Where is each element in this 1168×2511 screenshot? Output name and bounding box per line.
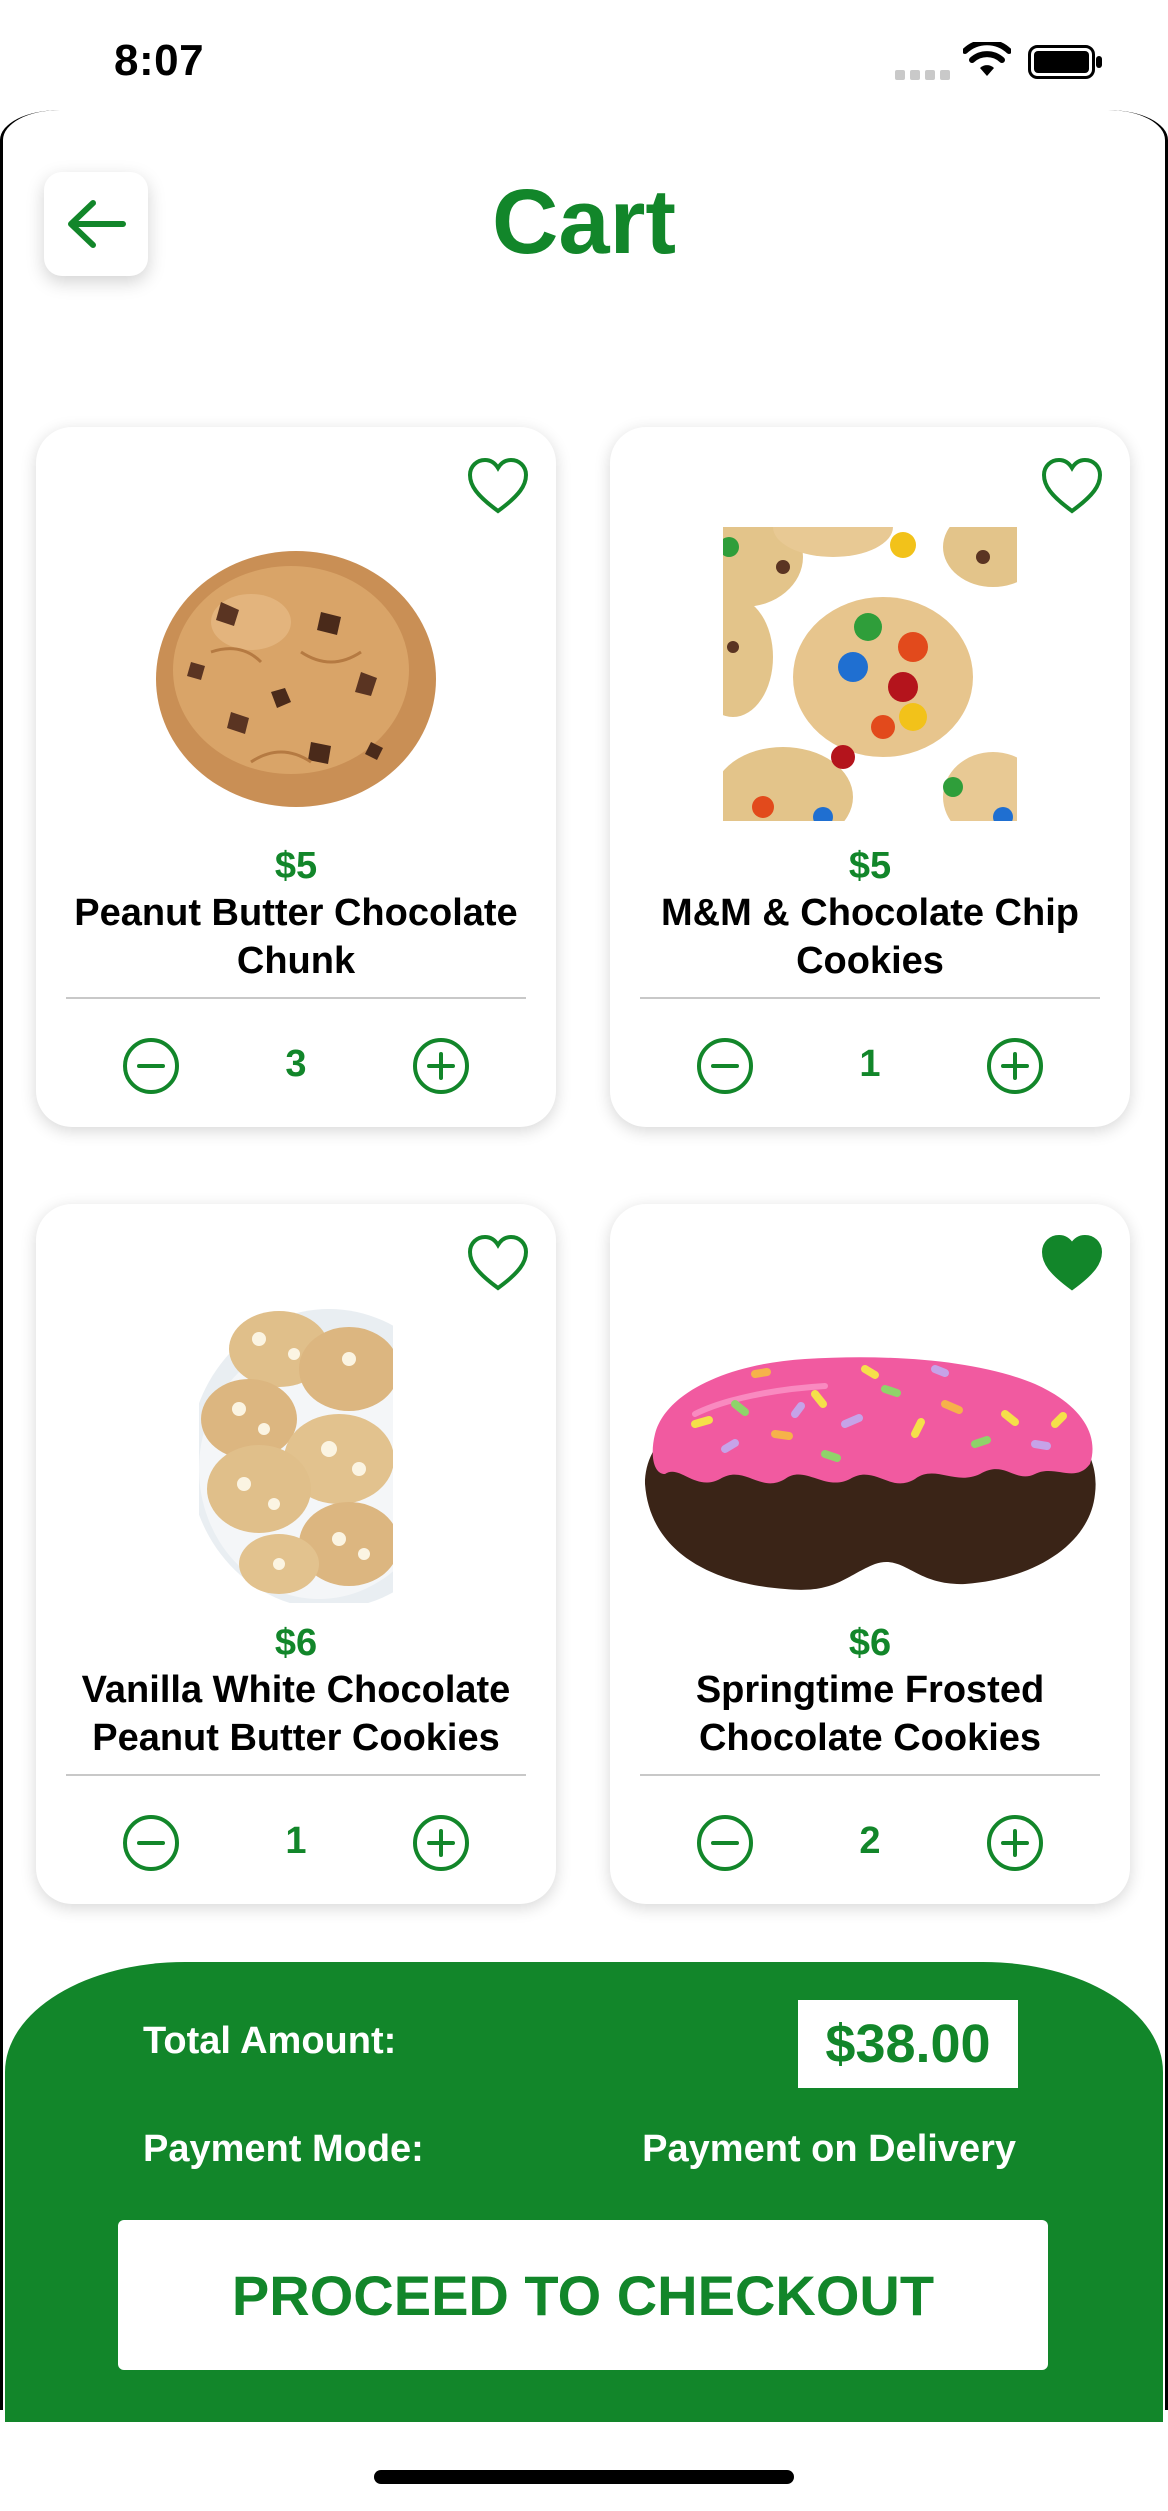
quantity-value: 2 [859, 1820, 881, 1862]
heart-outline-icon[interactable] [1040, 457, 1104, 515]
heart-filled-icon[interactable] [1040, 1234, 1104, 1292]
product-image-frosted-sprinkle-cookie [610, 1304, 1130, 1604]
product-image-mm-cookies [610, 527, 1130, 827]
quantity-value: 3 [285, 1043, 307, 1085]
status-time: 8:07 [114, 36, 205, 85]
payment-mode-value: Payment on Delivery [642, 2128, 1016, 2170]
page-title: Cart [491, 171, 677, 273]
cart-item-card: $6 Springtime Frosted Chocolate Cookies … [610, 1204, 1130, 1904]
plus-circle-icon[interactable] [412, 1037, 470, 1095]
plus-circle-icon[interactable] [986, 1037, 1044, 1095]
product-price: $6 [848, 1622, 892, 1664]
total-amount-label: Total Amount: [143, 2020, 397, 2062]
minus-circle-icon[interactable] [696, 1037, 754, 1095]
minus-circle-icon[interactable] [122, 1037, 180, 1095]
quantity-value: 1 [859, 1043, 881, 1085]
product-image-chocolate-chunk-cookie [36, 527, 556, 827]
plus-circle-icon[interactable] [412, 1814, 470, 1872]
heart-outline-icon[interactable] [466, 1234, 530, 1292]
quantity-value: 1 [285, 1820, 307, 1862]
product-price: $6 [274, 1622, 318, 1664]
product-name: M&M & Chocolate Chip Cookies [661, 892, 1079, 982]
proceed-to-checkout-button[interactable]: PROCEED TO CHECKOUT [118, 2220, 1048, 2370]
minus-circle-icon[interactable] [696, 1814, 754, 1872]
battery-icon [1028, 45, 1102, 79]
cart-item-card: $5 M&M & Chocolate Chip Cookies 1 [610, 427, 1130, 1127]
status-bar: 8:07 [0, 0, 1168, 110]
divider [66, 997, 526, 999]
payment-mode-label: Payment Mode: [143, 2128, 424, 2170]
product-name: Springtime Frosted Chocolate Cookies [695, 1669, 1045, 1759]
divider [640, 997, 1100, 999]
heart-outline-icon[interactable] [466, 457, 530, 515]
product-price: $5 [848, 845, 892, 887]
product-name: Peanut Butter Chocolate Chunk [74, 892, 518, 982]
wifi-icon [963, 42, 1011, 76]
home-indicator[interactable] [374, 2470, 794, 2484]
plus-circle-icon[interactable] [986, 1814, 1044, 1872]
product-name: Vanilla White Chocolate Peanut Butter Co… [81, 1669, 511, 1759]
total-amount-value: $38.00 [798, 2000, 1018, 2088]
divider [640, 1774, 1100, 1776]
cellular-signal-icon [895, 70, 951, 80]
product-price: $5 [274, 845, 318, 887]
product-image-white-chocolate-cookies [36, 1304, 556, 1604]
cart-item-card: $6 Vanilla White Chocolate Peanut Butter… [36, 1204, 556, 1904]
divider [66, 1774, 526, 1776]
minus-circle-icon[interactable] [122, 1814, 180, 1872]
cart-item-card: $5 Peanut Butter Chocolate Chunk 3 [36, 427, 556, 1127]
